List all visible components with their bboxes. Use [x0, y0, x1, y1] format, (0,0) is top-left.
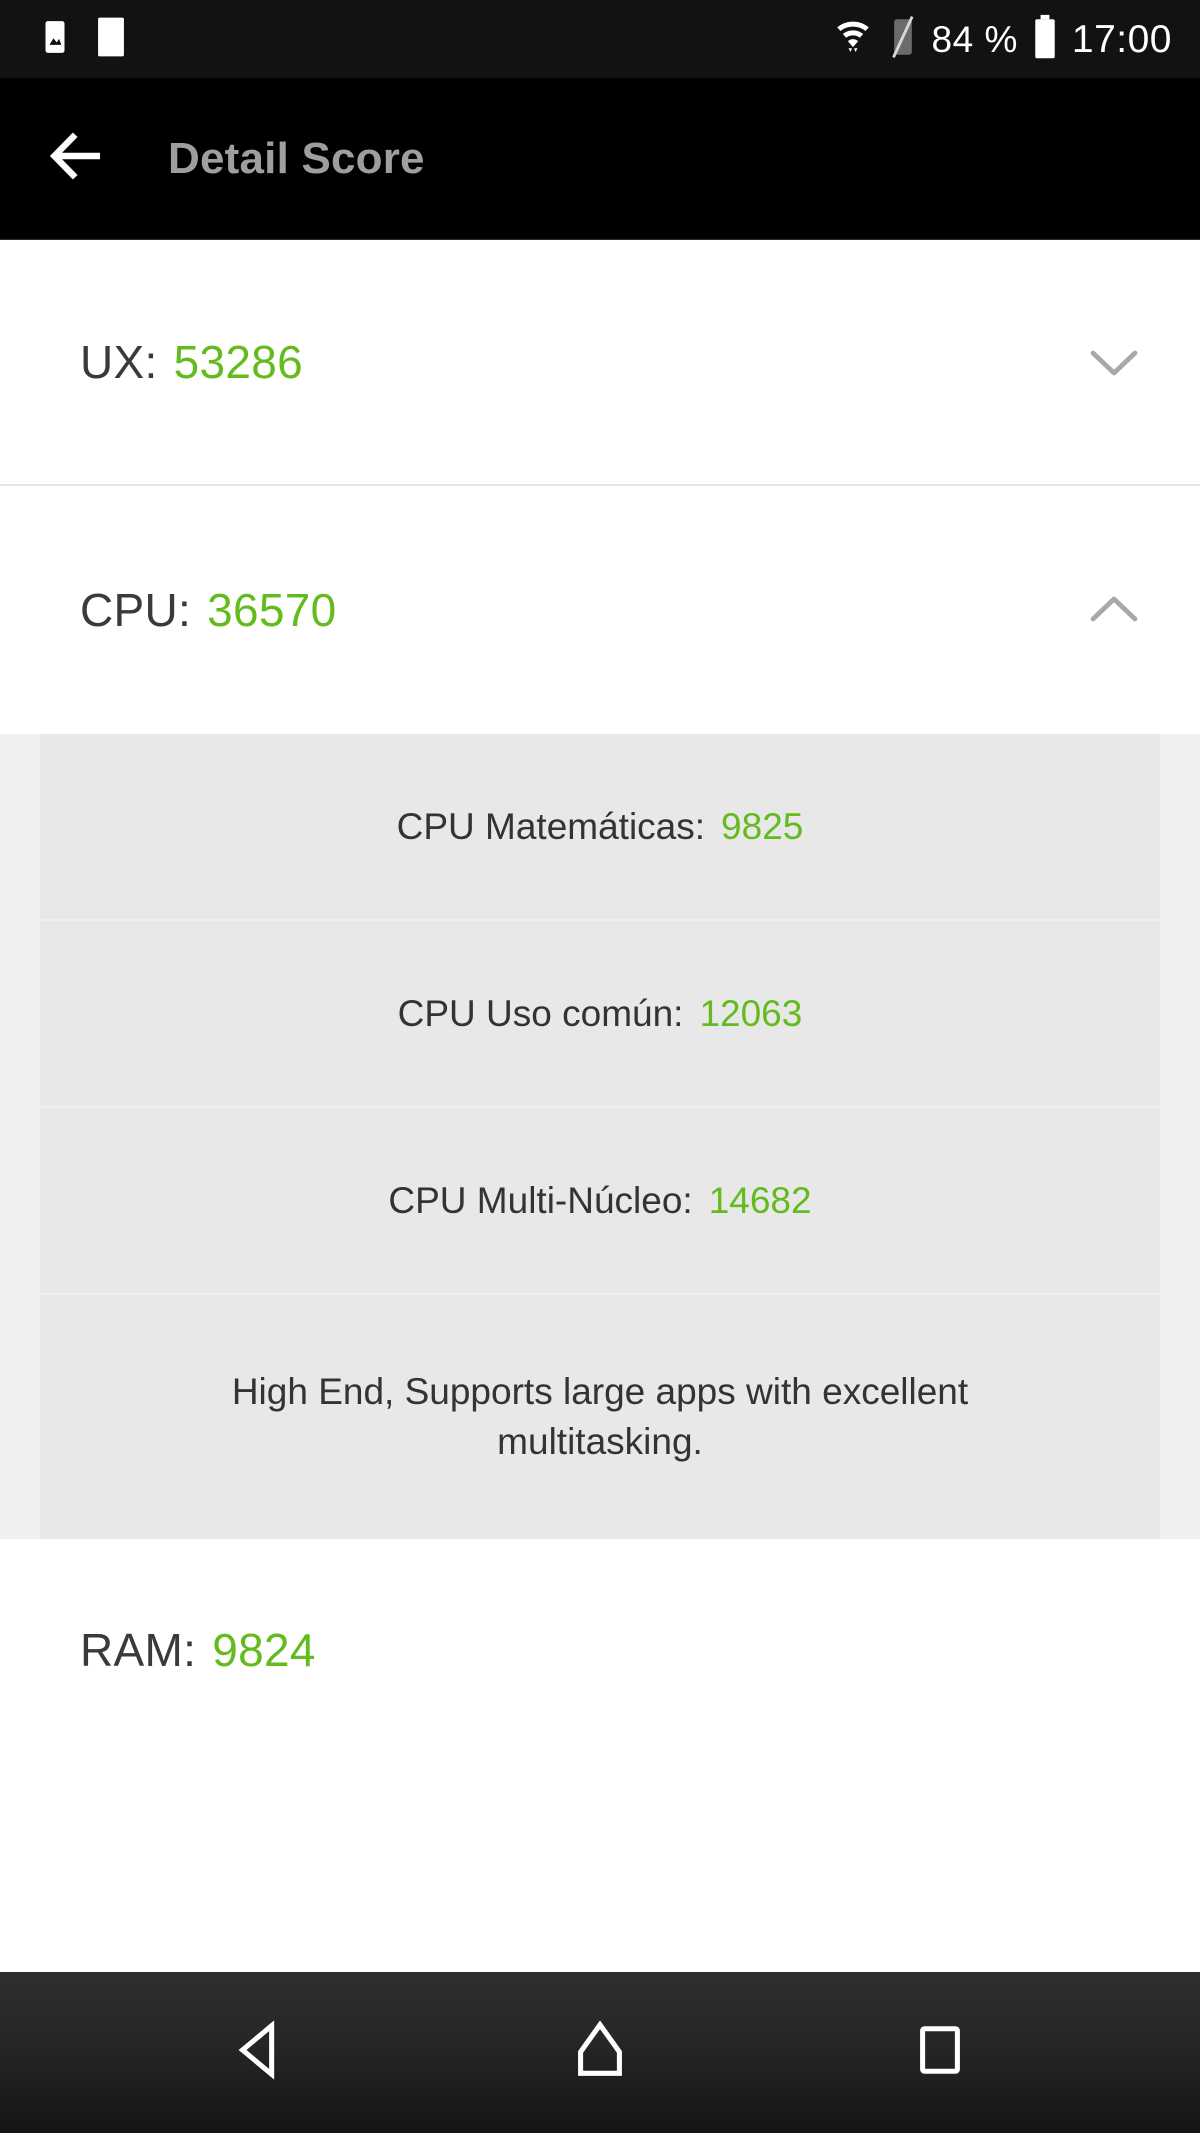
section-label-ram: RAM: [80, 1624, 197, 1676]
blank-notification-icon [94, 16, 128, 63]
detail-score-list[interactable]: UX: 53286 CPU: 36570 CPU Matemáticas: 98… [0, 240, 1200, 1972]
section-header-ux[interactable]: UX: 53286 [0, 240, 1200, 484]
sub-item-value: 9825 [721, 805, 804, 847]
app-bar: Detail Score [0, 78, 1200, 240]
cpu-description-row: High End, Supports large apps with excel… [40, 1295, 1160, 1539]
status-bar-system-icons: 84 % 17:00 [832, 14, 1172, 65]
system-navigation-bar [0, 1972, 1200, 2133]
battery-percent-label: 84 % [931, 18, 1018, 60]
nav-recents-icon [911, 2021, 969, 2084]
status-bar: 84 % 17:00 [0, 0, 1200, 78]
section-ram: RAM: 9824 [0, 1539, 1200, 1761]
section-ux: UX: 53286 [0, 240, 1200, 486]
battery-icon [1032, 14, 1058, 65]
cpu-description-text: High End, Supports large apps with excel… [231, 1371, 969, 1462]
sub-item-row[interactable]: CPU Uso común: 12063 [40, 921, 1160, 1108]
sub-item-value: 12063 [699, 992, 803, 1034]
status-bar-notification-icons [36, 16, 128, 63]
nav-back-icon [227, 2017, 293, 2088]
chevron-up-icon[interactable] [1084, 580, 1144, 640]
sub-item-label: CPU Uso común: [397, 992, 684, 1034]
section-cpu: CPU: 36570 CPU Matemáticas: 9825 CPU Uso… [0, 486, 1200, 1539]
nav-home-button[interactable] [545, 1998, 655, 2108]
sub-item-row[interactable]: CPU Multi-Núcleo: 14682 [40, 1108, 1160, 1295]
section-header-cpu[interactable]: CPU: 36570 [0, 486, 1200, 734]
nav-recents-button[interactable] [885, 1998, 995, 2108]
page-title: Detail Score [168, 133, 425, 183]
sub-item-label: CPU Multi-Núcleo: [388, 1179, 693, 1221]
phone-screen: 84 % 17:00 Detail Score UX: 53286 CPU: 3… [0, 0, 1200, 2133]
section-header-ram[interactable]: RAM: 9824 [0, 1539, 1200, 1761]
section-value-ux: 53286 [173, 336, 304, 388]
section-value-ram: 9824 [212, 1624, 316, 1676]
status-bar-clock: 17:00 [1071, 17, 1172, 61]
sub-item-label: CPU Matemáticas: [396, 805, 706, 847]
wifi-icon [832, 16, 874, 63]
signal-off-icon [888, 14, 918, 65]
sub-item-row[interactable]: CPU Matemáticas: 9825 [40, 734, 1160, 921]
back-button[interactable] [44, 122, 118, 196]
nav-home-icon [567, 2017, 633, 2088]
cpu-subitems-container: CPU Matemáticas: 9825 CPU Uso común: 120… [0, 734, 1200, 1539]
nav-back-button[interactable] [205, 1998, 315, 2108]
sub-item-value: 14682 [708, 1179, 812, 1221]
chevron-down-icon[interactable] [1084, 332, 1144, 392]
back-arrow-icon [49, 132, 112, 185]
cpu-subitems-card: CPU Matemáticas: 9825 CPU Uso común: 120… [40, 734, 1160, 1539]
section-label-ux: UX: [80, 336, 158, 388]
section-value-cpu: 36570 [207, 584, 337, 636]
image-icon [36, 18, 74, 61]
section-label-cpu: CPU: [80, 584, 192, 636]
